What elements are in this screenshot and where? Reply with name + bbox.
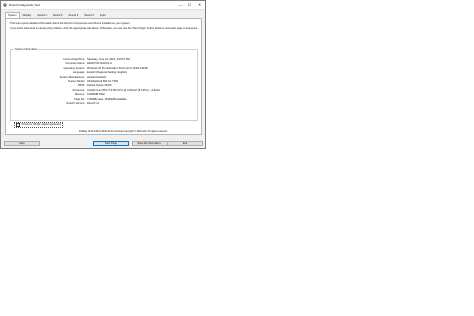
window-title: DirectX Diagnostic Tool [9, 3, 40, 7]
next-page-button[interactable]: Next Page [93, 141, 129, 146]
minimize-button[interactable]: — [176, 1, 185, 9]
info-row-directx-version: DirectX Version: DirectX 12 [11, 102, 197, 106]
intro-line-2: If you know what area is causing the pro… [10, 27, 198, 30]
exit-button[interactable]: Exit [167, 141, 203, 146]
whql-checkbox[interactable]: Check for WHQL digital signatures [14, 122, 64, 128]
checkbox-box[interactable] [16, 122, 21, 128]
system-info-rows: Current Date/Time: Saturday, June 24, 202… [11, 58, 197, 106]
info-label: DirectX Version: [66, 101, 85, 105]
maximize-button[interactable]: ☐ [185, 1, 194, 9]
info-value: DirectX 12 [87, 101, 100, 105]
title-bar[interactable]: DirectX Diagnostic Tool — ☐ ✕ [1, 1, 205, 10]
system-tab-panel: This tool reports detailed information a… [5, 18, 202, 135]
dxdiag-window: DirectX Diagnostic Tool — ☐ ✕ System Dis… [0, 0, 206, 149]
copyright-text: DxDiag 10.00.19041.1030 64-bit Unicode C… [79, 130, 168, 133]
whql-checkbox-label[interactable]: Check for WHQL digital signatures [21, 123, 61, 127]
save-all-information-button[interactable]: Save All Information... [132, 141, 168, 146]
group-title: System Information [14, 48, 39, 51]
intro-text: This tool reports detailed information a… [10, 22, 198, 32]
close-button[interactable]: ✕ [195, 1, 204, 9]
intro-line-1: This tool reports detailed information a… [10, 22, 131, 25]
system-information-group: System Information Current Date/Time: Sat… [10, 48, 198, 121]
help-button[interactable]: Help [4, 141, 40, 146]
dxdiag-app-icon [3, 3, 7, 7]
